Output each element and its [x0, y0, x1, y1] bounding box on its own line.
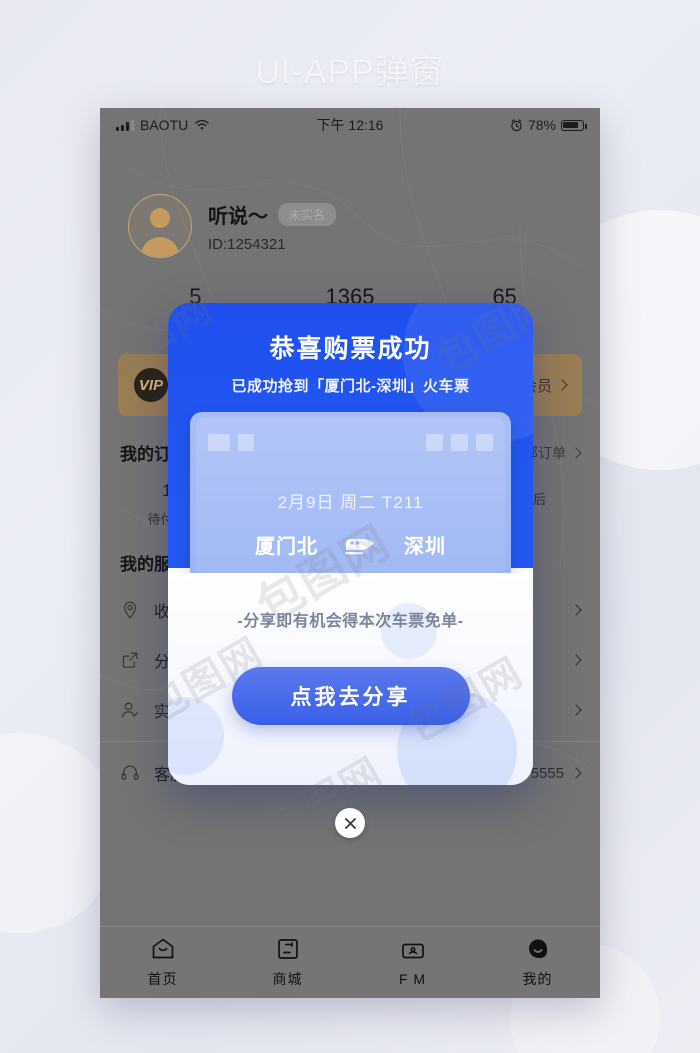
- shop-icon: [275, 936, 301, 962]
- signal-bars-icon: [116, 119, 134, 131]
- modal-title: 恭喜购票成功: [269, 335, 432, 363]
- share-button[interactable]: 点我去分享: [231, 667, 470, 725]
- status-bar: BAOTU 下午 12:16 78%: [100, 108, 600, 142]
- tab-profile[interactable]: 我的: [475, 927, 600, 998]
- app-screen: BAOTU 下午 12:16 78% 听说～ 未实名 ID:1254321 5 …: [100, 108, 600, 998]
- modal-header: 恭喜购票成功 已成功抢到「厦门北-深圳」火车票: [168, 303, 533, 396]
- carrier-label: BAOTU: [140, 117, 189, 133]
- ticket-route: 厦门北 深圳: [190, 530, 511, 559]
- ticket-from-station: 厦门北: [255, 536, 318, 558]
- ticket-placeholder-blocks: [208, 434, 493, 451]
- battery-percent-label: 78%: [527, 117, 556, 133]
- vip-badge-icon: VIP: [134, 368, 168, 402]
- close-icon: [344, 817, 356, 829]
- home-icon: [150, 936, 176, 962]
- status-bar-right: 78%: [510, 117, 587, 133]
- tab-home[interactable]: 首页: [100, 927, 225, 998]
- wifi-icon: [195, 119, 209, 130]
- ticket-date: 2月9日 周二 T211: [277, 493, 424, 512]
- fm-icon: [400, 938, 426, 964]
- tab-label: 我的: [522, 971, 553, 987]
- phone-frame: BAOTU 下午 12:16 78% 听说～ 未实名 ID:1254321 5 …: [100, 108, 600, 998]
- modal-subtitle: 已成功抢到「厦门北-深圳」火车票: [231, 378, 470, 395]
- chevron-right-icon: [556, 379, 568, 391]
- page-title: UI-APP弹窗: [255, 53, 445, 91]
- profile-info: 听说～ 未实名 ID:1254321: [208, 200, 337, 253]
- status-bar-left: BAOTU: [116, 117, 210, 133]
- profile-name: 听说～: [208, 205, 268, 228]
- decorative-blob: [168, 697, 224, 775]
- ticket-to-station: 深圳: [404, 536, 446, 558]
- tab-fm[interactable]: F M: [350, 927, 475, 998]
- modal-bottom: -分享即有机会得本次车票免单- 点我去分享: [168, 573, 533, 785]
- tab-label: F M: [398, 971, 427, 987]
- tab-label: 首页: [147, 971, 178, 987]
- avatar[interactable]: [128, 194, 192, 258]
- profile-id: ID:1254321: [208, 235, 286, 253]
- ticket-card: 2月9日 周二 T211 厦门北 深圳: [190, 412, 511, 582]
- purchase-success-modal: 恭喜购票成功 已成功抢到「厦门北-深圳」火车票 2月9日 周二 T211 厦门北: [168, 303, 533, 785]
- profile-header: 听说～ 未实名 ID:1254321: [100, 142, 600, 258]
- bottom-tab-bar: 首页 商城 F M 我的: [100, 926, 600, 998]
- status-badge[interactable]: 未实名: [278, 202, 337, 226]
- close-modal-button[interactable]: [335, 808, 365, 838]
- battery-icon: [561, 119, 587, 131]
- profile-icon: [525, 936, 551, 962]
- high-speed-train-icon: [344, 534, 378, 556]
- user-avatar-icon: [150, 208, 170, 228]
- alarm-clock-icon: [511, 118, 522, 131]
- tab-shop[interactable]: 商城: [225, 927, 350, 998]
- tab-label: 商城: [272, 971, 303, 987]
- share-note: -分享即有机会得本次车票免单-: [237, 613, 464, 630]
